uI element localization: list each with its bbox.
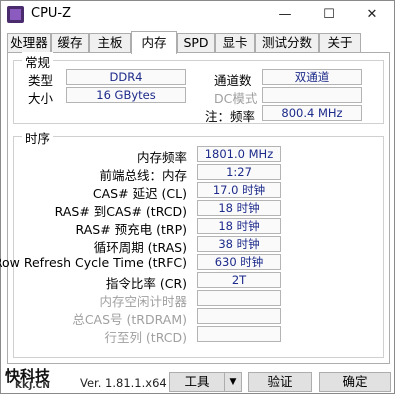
dc-mode-value xyxy=(262,87,362,103)
trfc-value: 630 时钟 xyxy=(197,254,281,270)
tab-graphics[interactable]: 显卡 xyxy=(215,33,255,53)
timing-label: 内存空闲计时器 xyxy=(99,294,187,309)
timing-label: 前端总线：内存 xyxy=(99,168,187,183)
memory-panel: 常规 类型 DDR4 通道数 双通道 大小 16 GBytes DC模式 注：频… xyxy=(0,52,390,364)
tab-bench[interactable]: 测试分数 xyxy=(255,33,319,53)
tools-button[interactable]: 工具 xyxy=(169,372,225,392)
kkj-watermark-logo: 快科技 KKJ.CN xyxy=(5,365,77,393)
timing-label: RAS# 预充电 (tRP) xyxy=(75,222,187,237)
timing-label: RAS# 到CAS# (tRCD) xyxy=(54,204,187,219)
timings-group: 时序 内存频率 1801.0 MHz 前端总线：内存 1:27 CAS# 延迟 … xyxy=(0,128,384,358)
timing-label: Row Refresh Cycle Time (tRFC) xyxy=(0,255,187,270)
timing-label: 循环周期 (tRAS) xyxy=(93,240,187,255)
size-value: 16 GBytes xyxy=(66,87,186,103)
window-title: CPU-Z xyxy=(31,6,72,21)
tras-value: 38 时钟 xyxy=(197,236,281,252)
size-label: 大小 xyxy=(28,91,54,106)
dram-idle-timer-value xyxy=(197,290,281,306)
dram-frequency-value: 1801.0 MHz xyxy=(197,146,281,162)
version-label: Ver. 1.81.1.x64 xyxy=(80,376,167,390)
channels-value: 双通道 xyxy=(262,69,362,85)
type-label: 类型 xyxy=(28,73,54,88)
timings-group-title: 时序 xyxy=(22,128,54,147)
tools-dropdown-button[interactable]: ▼ xyxy=(224,372,242,392)
general-group: 常规 类型 DDR4 通道数 双通道 大小 16 GBytes DC模式 注：频… xyxy=(13,52,384,124)
close-button[interactable]: ✕ xyxy=(350,1,394,28)
timing-label: CAS# 延迟 (CL) xyxy=(92,186,187,201)
maximize-button[interactable]: ☐ xyxy=(307,1,351,28)
tab-memory[interactable]: 内存 xyxy=(131,31,177,54)
tab-about[interactable]: 关于 xyxy=(319,33,361,53)
timing-label: 内存频率 xyxy=(136,150,187,165)
dc-mode-label: DC模式 xyxy=(214,91,258,106)
fsb-dram-value: 1:27 xyxy=(197,164,281,180)
cpuz-window: CPU-Z — ☐ ✕ 处理器 缓存 主板 内存 SPD 显卡 测试分数 关于 … xyxy=(0,0,395,394)
ok-button[interactable]: 确定 xyxy=(319,372,391,392)
nb-frequency-value: 800.4 MHz xyxy=(262,105,362,121)
channels-label: 通道数 xyxy=(214,73,252,88)
watermark-sub-text: KKJ.CN xyxy=(15,381,50,391)
row-to-column-value xyxy=(197,326,281,342)
command-rate-value: 2T xyxy=(197,272,281,288)
timing-label: 指令比率 (CR) xyxy=(105,276,187,291)
minimize-button[interactable]: — xyxy=(263,1,307,28)
tab-processor[interactable]: 处理器 xyxy=(7,33,51,53)
tab-mainboard[interactable]: 主板 xyxy=(89,33,131,53)
timing-label: 总CAS号 (tRDRAM) xyxy=(72,312,187,327)
general-group-title: 常规 xyxy=(22,52,54,71)
tab-strip: 处理器 缓存 主板 内存 SPD 显卡 测试分数 关于 xyxy=(7,31,387,54)
cpuz-app-icon xyxy=(7,6,24,23)
trp-value: 18 时钟 xyxy=(197,218,281,234)
tab-caches[interactable]: 缓存 xyxy=(51,33,89,53)
tab-spd[interactable]: SPD xyxy=(177,33,215,53)
trcd-value: 18 时钟 xyxy=(197,200,281,216)
type-value: DDR4 xyxy=(66,69,186,85)
validate-button[interactable]: 验证 xyxy=(248,372,312,392)
cas-latency-value: 17.0 时钟 xyxy=(197,182,281,198)
nb-frequency-label: 注：频率 xyxy=(205,109,256,124)
title-bar[interactable]: CPU-Z — ☐ ✕ xyxy=(1,1,394,28)
trdram-value xyxy=(197,308,281,324)
timing-label: 行至列 (tRCD) xyxy=(104,330,187,345)
